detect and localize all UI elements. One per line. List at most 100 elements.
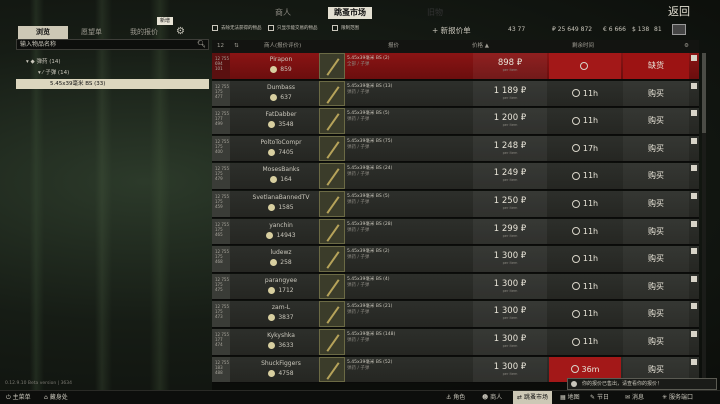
bottom-character[interactable]: ⚓ 角色 [446,391,465,404]
seller-cell[interactable]: zam-L 3837 [230,301,332,327]
item-cell[interactable]: 5.45x39毫米 BS (4) 弹药 / 子弹 [347,274,473,300]
buy-button[interactable]: 购买 [623,246,689,272]
bottom-flea-market[interactable]: ⇄ 跳蚤市场 [513,391,552,404]
seller-name[interactable]: Kykyshka [230,332,332,339]
bottom-traders[interactable]: ☻ 商人 [482,391,502,404]
bottom-main-menu[interactable]: ⏻ 主菜单 [6,391,31,404]
header-price[interactable]: 价格 ▲ [472,40,489,53]
buy-button[interactable]: 购买 [623,273,689,300]
table-row[interactable]: 12 755 175 479 MosesBanks 164 5.45x39毫米 BS … [212,163,699,190]
buy-button[interactable]: 购买 [623,80,689,107]
add-offer-button[interactable]: + 新报价单 [432,25,471,36]
tab-handbook[interactable]: 旧物 [427,7,443,19]
seller-name[interactable]: parangyee [230,277,332,284]
seller-name[interactable]: yanchin [230,222,332,229]
seller-cell[interactable]: Pirapon 859 [230,53,332,79]
tree-item-rounds[interactable]: ▾ ⁄ 子弹 (14) [16,68,209,78]
expand-icon[interactable] [691,137,697,144]
item-cell[interactable]: 5.45x39毫米 BS (148) 弹药 / 子弹 [347,329,473,355]
item-cell[interactable]: 5.45x39毫米 BS (13) 弹药 / 子弹 [347,81,473,107]
checkbox-icon[interactable] [332,25,338,31]
seller-cell[interactable]: Dumbass 637 [230,81,332,107]
filter-tradeable[interactable]: 只显示能交易的物品 [268,21,318,35]
buy-button[interactable]: 购买 [623,163,689,189]
table-row[interactable]: 12 755 175 459 SvetlanaBannedTV 1585 5.45x3… [212,191,699,218]
table-row[interactable]: 12 755 175 468 ludewz 258 5.45x39毫米 BS (2) 弹… [212,246,699,273]
tree-item-ammo[interactable]: ▾ ◆ 弹药 (14) [16,57,209,67]
sort-icon[interactable]: ⇅ [234,40,239,53]
seller-name[interactable]: Dumbass [230,84,332,91]
seller-name[interactable]: Pirapon [230,56,332,63]
item-cell[interactable]: 5.45x39毫米 BS (21) 弹药 / 子弹 [347,301,473,327]
search-input[interactable]: 输入物品名称 🔍︎ [16,39,209,50]
table-row[interactable]: 12 755 175 465 yanchin 14943 5.45x39毫米 BS (… [212,218,699,246]
tab-my-offers[interactable]: 我的报价 [124,26,164,39]
expand-icon[interactable] [691,275,697,282]
seller-name[interactable]: ShuckFiggers [230,360,332,367]
gear-icon[interactable]: ⚙ [176,27,186,37]
buy-button[interactable]: 购买 [623,191,689,217]
seller-cell[interactable]: parangyee 1712 [230,274,332,300]
buy-button[interactable]: 购买 [623,218,689,245]
tab-wishlist[interactable]: 愿望单 [75,26,108,39]
header-item[interactable]: 报价 [388,40,399,53]
table-row[interactable]: 12 755 177 474 Kykyshka 3633 5.45x39毫米 BS (… [212,329,699,356]
ammo-icon[interactable] [319,191,345,217]
ammo-icon[interactable] [319,301,345,327]
expand-icon[interactable] [691,331,697,337]
scrollbar-thumb[interactable] [702,53,706,133]
ammo-icon[interactable] [319,135,345,162]
tree-item-545-bs[interactable]: 5.45x39毫米 BS (33) [16,79,209,89]
table-scrollbar[interactable] [702,53,706,383]
expand-icon[interactable] [691,110,697,117]
bottom-hideout[interactable]: ⌂ 藏身处 [44,391,68,404]
ammo-icon[interactable] [319,80,345,107]
item-cell[interactable]: 5.45x39毫米 BS (28) 弹药 / 子弹 [347,219,473,245]
item-cell[interactable]: 5.45x39毫米 BS (2) 全部 / 子弹 [347,53,473,79]
seller-cell[interactable]: SvetlanaBannedTV 1585 [230,191,332,217]
expand-icon[interactable] [691,358,697,365]
bottom-events[interactable]: ✎ 节日 [590,391,609,404]
header-expiry[interactable]: 剩余时间 [572,40,594,53]
checkbox-icon[interactable] [212,25,218,31]
seller-cell[interactable]: yanchin 14943 [230,219,332,245]
table-row[interactable]: 12 755 175 473 zam-L 3837 5.45x39毫米 BS (21)… [212,301,699,328]
seller-name[interactable]: ludewz [230,249,332,256]
seller-cell[interactable]: Kykyshka 3633 [230,329,332,355]
tab-flea-market[interactable]: 跳蚤市场 [328,7,372,19]
item-cell[interactable]: 5.45x39毫米 BS (24) 弹药 / 子弹 [347,163,473,189]
expand-icon[interactable] [691,248,697,255]
bottom-map[interactable]: ▦ 地图 [560,391,580,404]
sale-notification[interactable]: 你的报价已售出，请查看你的报价！ [567,378,717,390]
header-seller[interactable]: 商人(报价评价) [264,40,301,53]
checkbox-icon[interactable] [268,25,274,31]
item-cell[interactable]: 5.45x39毫米 BS (75) 弹药 / 子弹 [347,136,473,162]
ammo-icon[interactable] [319,163,345,189]
expand-icon[interactable] [691,303,697,310]
seller-cell[interactable]: FatDabber 3548 [230,108,332,134]
filter-unavailable[interactable]: 去除无法获得的物品 [212,21,262,35]
buy-button[interactable]: 购买 [623,329,689,355]
seller-cell[interactable]: PoltoToCompr 7405 [230,136,332,162]
buy-button[interactable]: 购买 [623,135,689,162]
bottom-messages[interactable]: ✉ 消息 [625,391,644,404]
expand-icon[interactable] [691,55,697,61]
expand-icon[interactable] [691,220,697,227]
tab-traders[interactable]: 商人 [275,7,291,19]
buy-button[interactable]: 购买 [623,108,689,134]
tab-browse[interactable]: 浏览 [18,26,68,39]
seller-cell[interactable]: ShuckFiggers 4758 [230,357,332,383]
ammo-icon[interactable] [319,273,345,300]
table-row[interactable]: 12 755 694 101 Pirapon 859 5.45x39毫米 BS (2)… [212,53,699,80]
seller-cell[interactable]: MosesBanks 164 [230,163,332,189]
search-icon[interactable]: 🔍︎ [197,40,206,49]
item-cell[interactable]: 5.45x39毫米 BS (2) 弹药 / 子弹 [347,246,473,272]
ammo-icon[interactable] [319,329,345,355]
table-row[interactable]: 12 755 175 477 Dumbass 637 5.45x39毫米 BS (13… [212,80,699,108]
ammo-icon[interactable] [319,356,345,383]
seller-name[interactable]: PoltoToCompr [230,139,332,146]
back-button[interactable]: 返回 [668,3,690,19]
table-row[interactable]: 12 755 175 400 PoltoToCompr 7405 5.45x39毫米 … [212,135,699,163]
ammo-icon[interactable] [319,218,345,245]
table-row[interactable]: 12 755 175 475 parangyee 1712 5.45x39毫米 BS … [212,273,699,301]
